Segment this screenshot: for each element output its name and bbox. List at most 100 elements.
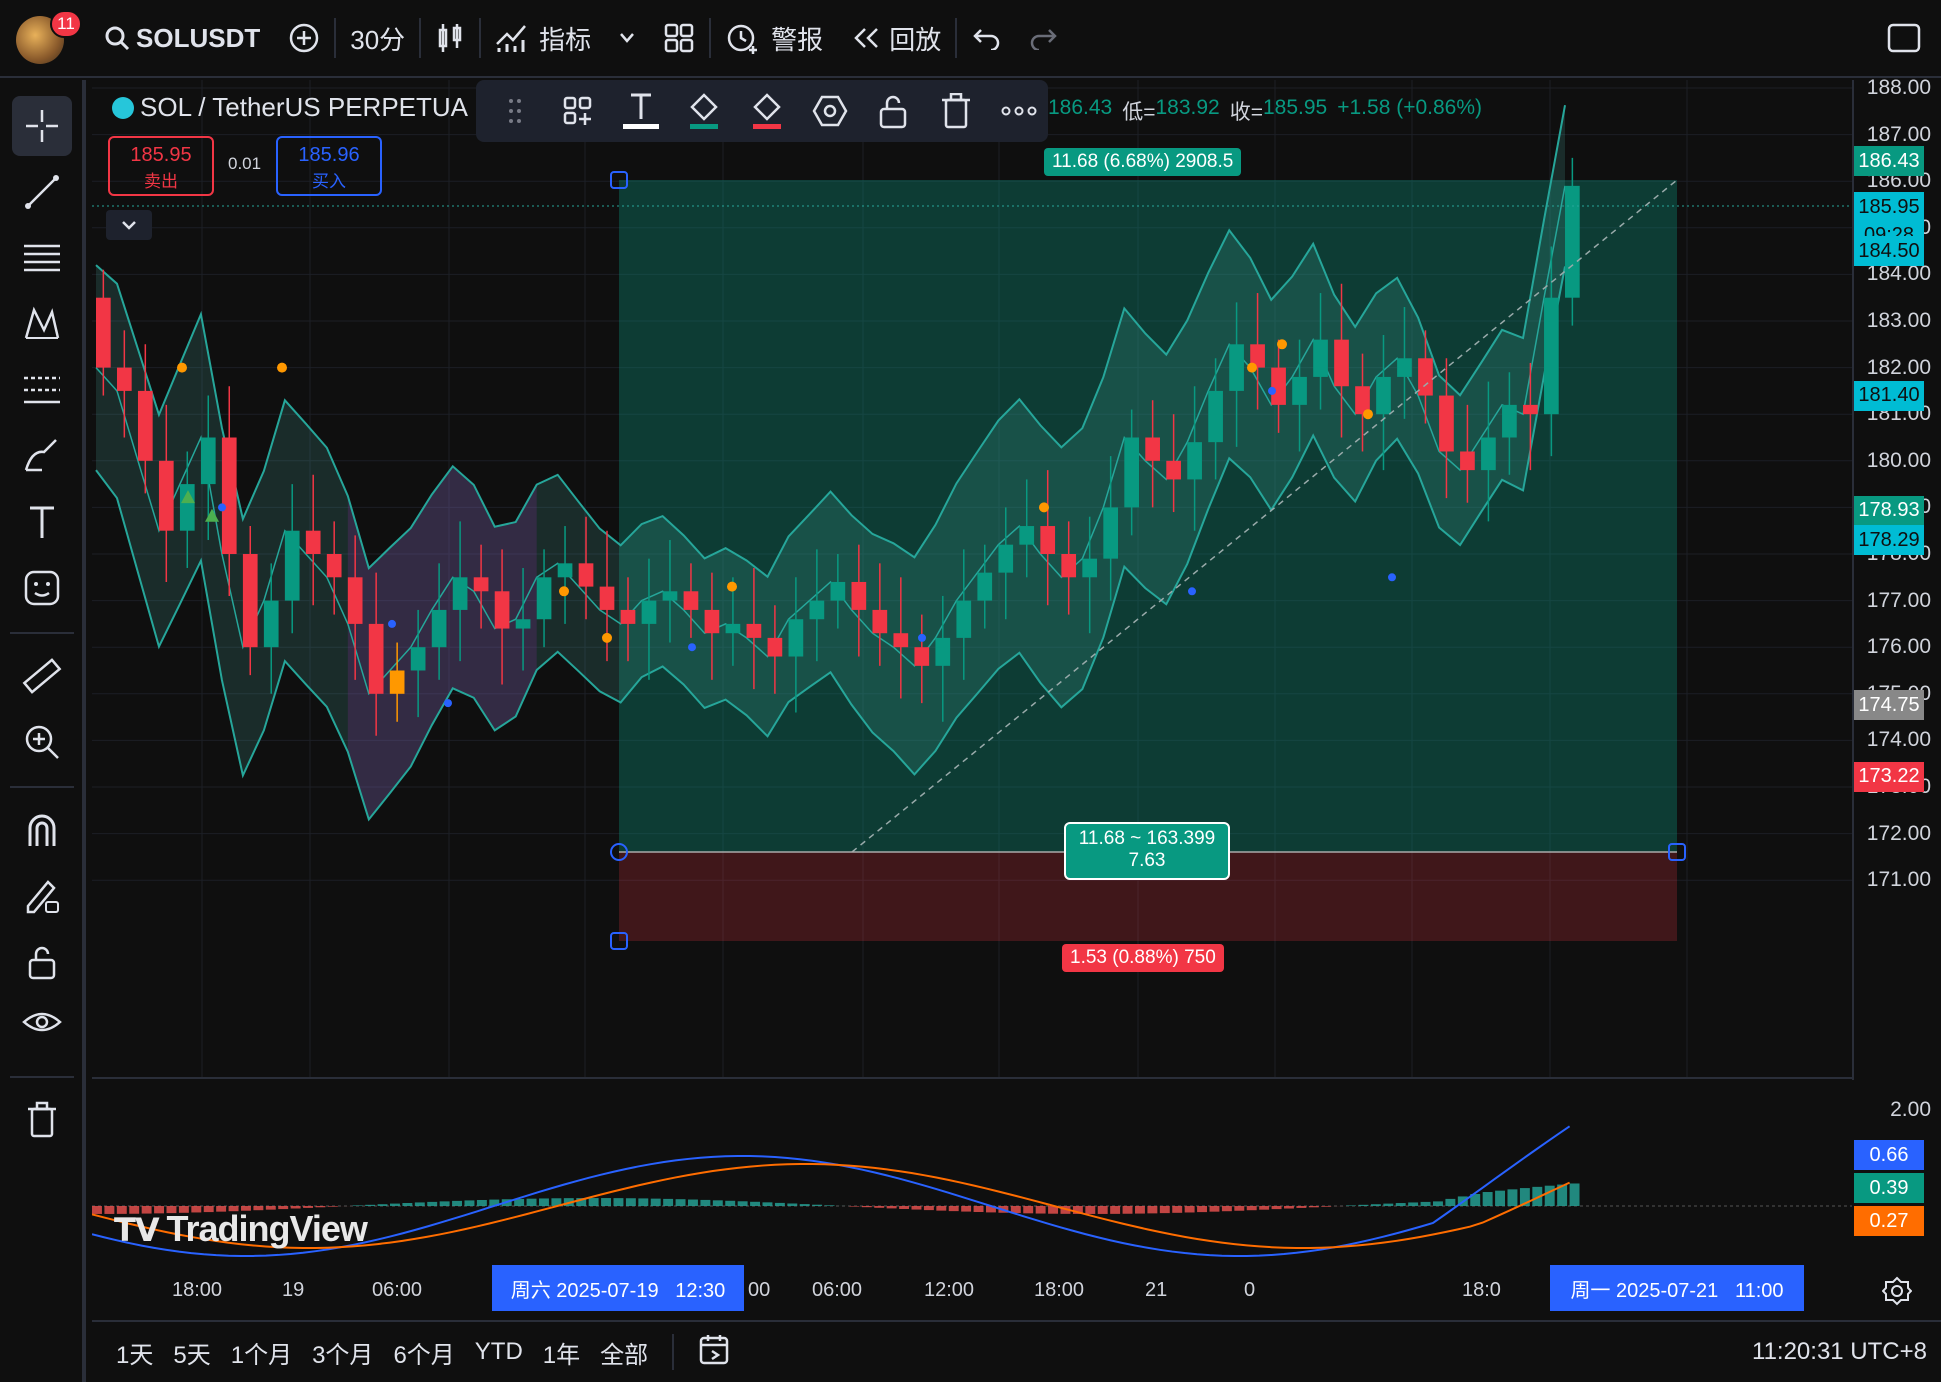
candle-body <box>809 600 825 620</box>
macd-pane[interactable]: 𝗧𝗩 TradingView <box>92 1080 1852 1265</box>
range-button[interactable]: 1个月 <box>221 1335 302 1370</box>
time-tick-label: 18:0 <box>1462 1279 1501 1301</box>
candle-body <box>96 297 111 368</box>
signal-dot <box>1363 409 1373 420</box>
clock[interactable]: 11:20:31 UTC+8 <box>1742 1338 1941 1366</box>
indicators-button[interactable]: 指标 <box>481 0 605 77</box>
hide-drawings-tool[interactable] <box>12 992 72 1052</box>
candle-body <box>1523 404 1538 415</box>
price-tick-label: 183.00 <box>1866 309 1931 332</box>
alarm-clock-icon <box>727 24 758 54</box>
time-axis[interactable]: 18:001906:002006:0012:0018:0021018:0周六 2… <box>92 1265 1852 1315</box>
text-tool[interactable] <box>12 492 72 552</box>
chevron-down-icon <box>620 33 635 43</box>
alert-label: 警报 <box>771 24 824 55</box>
pattern-tool[interactable] <box>12 294 72 354</box>
divider <box>10 1076 74 1078</box>
macd-bar <box>1308 1206 1319 1208</box>
candle-body <box>1124 437 1139 508</box>
candle-body <box>326 554 342 578</box>
compare-symbol-button[interactable] <box>274 0 334 77</box>
range-button[interactable]: 全部 <box>590 1335 658 1370</box>
chart-type-button[interactable] <box>421 0 479 77</box>
undo-button[interactable] <box>957 0 1015 77</box>
symbol-name: SOLUSDT <box>136 22 261 53</box>
goto-date-button[interactable] <box>688 1333 744 1372</box>
high-value: 186.43 <box>1048 96 1113 119</box>
crosshair-tool[interactable] <box>12 96 72 156</box>
symbol-search-button[interactable]: SOLUSDT <box>90 0 274 77</box>
macd-bar <box>613 1198 624 1206</box>
macd-bar <box>700 1199 711 1206</box>
signal-dot <box>1188 587 1196 596</box>
delete-button[interactable] <box>928 86 985 136</box>
range-button[interactable]: YTD <box>465 1338 533 1366</box>
macd-bar <box>1110 1206 1121 1214</box>
macd-bar <box>1209 1206 1220 1212</box>
forecast-tool[interactable] <box>12 360 72 420</box>
fill-color-button[interactable] <box>675 86 732 136</box>
fib-tool[interactable] <box>12 228 72 288</box>
range-button[interactable]: 6个月 <box>383 1335 464 1370</box>
buy-price: 185.96 <box>298 144 360 166</box>
lock-all-tool[interactable] <box>12 932 72 992</box>
drawing-toolbar <box>0 80 86 1382</box>
magnet-icon <box>28 814 56 846</box>
range-button[interactable]: 5天 <box>163 1335 220 1370</box>
magnet-tool[interactable] <box>12 800 72 860</box>
templates-button[interactable] <box>649 0 709 77</box>
price-axis[interactable]: 188.00187.00186.00185.00184.00183.00182.… <box>1852 76 1941 1236</box>
text-color-button[interactable] <box>612 86 669 136</box>
emoji-tool[interactable] <box>12 558 72 618</box>
undo-icon <box>973 29 1000 50</box>
trendline-tool[interactable] <box>12 162 72 222</box>
candle-body <box>725 623 741 634</box>
candle-body <box>536 577 552 620</box>
indicators-dropdown[interactable] <box>605 0 649 77</box>
symbol-title[interactable]: SOL / TetherUS PERPETUA <box>140 92 468 123</box>
redo-button[interactable] <box>1015 0 1073 77</box>
candle-body <box>1397 358 1412 377</box>
price-tag: 178.29 <box>1854 525 1924 556</box>
measure-tool[interactable] <box>12 646 72 706</box>
chart-pane[interactable] <box>92 80 1852 1080</box>
signal-dot <box>918 633 926 642</box>
macd-bar <box>1271 1206 1282 1210</box>
macd-bar <box>625 1198 636 1206</box>
candle-body <box>872 609 888 634</box>
paint-bucket-icon <box>752 93 781 129</box>
more-button[interactable] <box>991 86 1048 136</box>
brush-icon <box>24 439 57 472</box>
price-tag: 185.95 <box>1854 192 1924 222</box>
collapse-legend-button[interactable] <box>106 210 152 240</box>
sell-button[interactable]: 185.95 卖出 <box>108 136 214 196</box>
lock-drawing-tool[interactable] <box>12 866 72 926</box>
brush-tool[interactable] <box>12 426 72 486</box>
range-button[interactable]: 3个月 <box>302 1335 383 1370</box>
replay-button[interactable]: 回放 <box>837 0 955 77</box>
fullscreen-button[interactable] <box>1873 0 1941 77</box>
chart-settings-button[interactable] <box>1881 1276 1913 1311</box>
alert-button[interactable]: 警报 <box>711 0 837 77</box>
candle-body <box>1229 344 1244 391</box>
candle-body <box>158 460 174 531</box>
price-tick-label: 177.00 <box>1866 588 1931 612</box>
position-center-label[interactable]: 11.68 ~ 163.399 7.63 <box>1064 822 1230 880</box>
price-tick-label: 174.00 <box>1866 728 1931 752</box>
stop-fill-color-button[interactable] <box>738 86 795 136</box>
range-button[interactable]: 1年 <box>533 1335 590 1370</box>
zoom-tool[interactable] <box>12 712 72 772</box>
remove-drawings-tool[interactable] <box>12 1090 72 1150</box>
drag-handle[interactable] <box>486 86 543 136</box>
interval-button[interactable]: 30分 <box>336 0 419 77</box>
settings-button[interactable] <box>802 86 859 136</box>
range-button[interactable]: 1天 <box>106 1335 163 1370</box>
trendline-icon <box>25 175 59 209</box>
macd-bar <box>1445 1198 1456 1206</box>
lock-button[interactable] <box>865 86 922 136</box>
candle-body <box>851 581 867 610</box>
horizontal-lines-icon <box>24 244 60 272</box>
templates-button[interactable] <box>549 86 606 136</box>
time-tick-label: 19 <box>282 1279 305 1301</box>
buy-button[interactable]: 185.96 买入 <box>276 136 382 196</box>
